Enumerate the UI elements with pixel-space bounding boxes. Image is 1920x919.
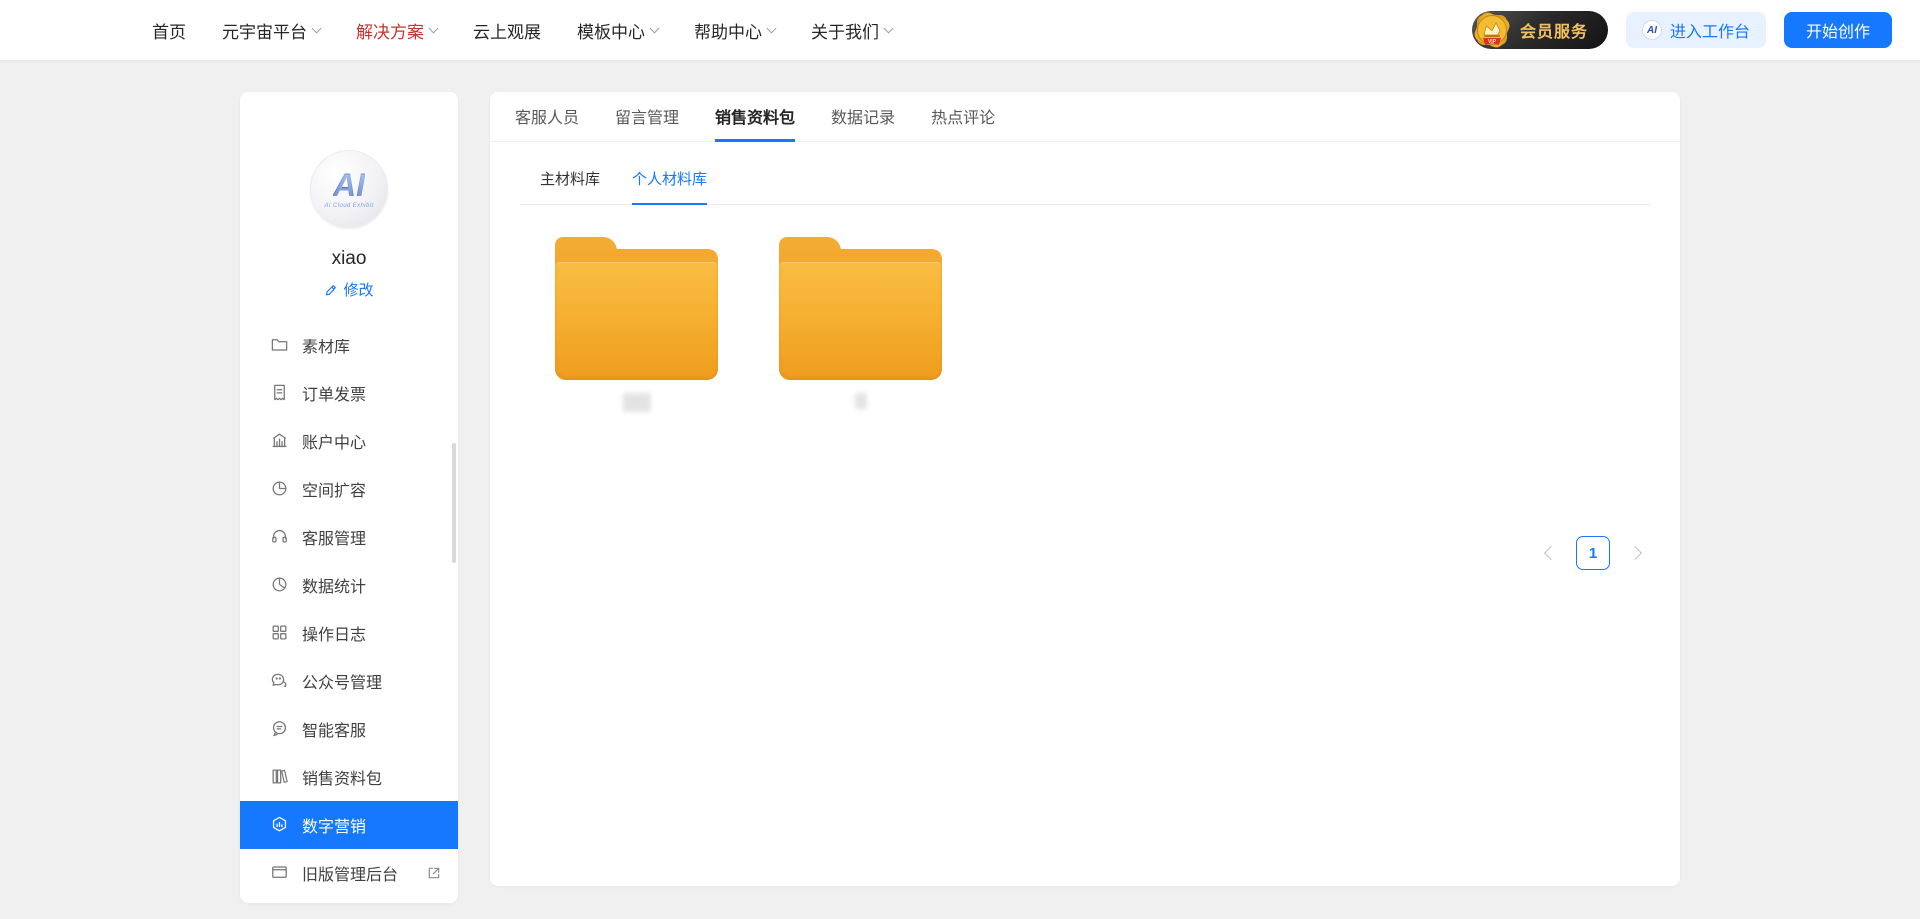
sidebar-menu: 素材库 订单发票 账户中心 空间扩容 客服管理 xyxy=(240,339,458,897)
sidebar-item-material-library[interactable]: 素材库 xyxy=(240,339,458,369)
sidebar-item-official-account-mgmt[interactable]: 公众号管理 xyxy=(240,657,458,705)
sidebar-item-customer-service-mgmt[interactable]: 客服管理 xyxy=(240,513,458,561)
top-navbar: 首页 元宇宙平台 解决方案 云上观展 模板中心 帮助中心 关于我们 xyxy=(0,0,1920,60)
sidebar-item-data-statistics[interactable]: 数据统计 xyxy=(240,561,458,609)
folder-label-redacted xyxy=(623,393,651,412)
nav-item-solutions[interactable]: 解决方案 xyxy=(356,18,437,43)
nav-item-help-center[interactable]: 帮助中心 xyxy=(694,18,775,43)
chevron-down-icon xyxy=(650,23,660,33)
tab-content: 主材料库 个人材料库 1 xyxy=(490,168,1680,886)
sidebar-item-operation-log[interactable]: 操作日志 xyxy=(240,609,458,657)
ai-logo-icon: AI xyxy=(1642,20,1662,40)
avatar: AI AI Cloud Exhibit xyxy=(310,150,388,228)
tab-hot-comments[interactable]: 热点评论 xyxy=(931,92,995,142)
nav-item-template-center[interactable]: 模板中心 xyxy=(577,18,658,43)
sidebar-scrollbar[interactable] xyxy=(452,443,456,563)
vip-membership-badge[interactable]: VIP 会员服务 xyxy=(1472,11,1608,49)
folder-item[interactable] xyxy=(555,237,718,412)
chat-icon xyxy=(270,719,289,738)
sidebar-item-sales-kit[interactable]: 销售资料包 xyxy=(240,753,458,801)
pie-chart-icon xyxy=(270,479,289,498)
sidebar-item-digital-marketing[interactable]: 数字营销 xyxy=(240,801,458,849)
nav-item-metaverse-platform[interactable]: 元宇宙平台 xyxy=(222,18,320,43)
vip-medal-icon: VIP xyxy=(1468,6,1516,54)
wechat-icon xyxy=(270,671,289,690)
main-nav: 首页 元宇宙平台 解决方案 云上观展 模板中心 帮助中心 关于我们 xyxy=(0,18,892,43)
pagination: 1 xyxy=(1546,536,1640,570)
sidebar-menu-viewport: 素材库 订单发票 账户中心 空间扩容 客服管理 xyxy=(240,339,458,904)
sidebar-item-order-invoice[interactable]: 订单发票 xyxy=(240,369,458,417)
chart-pie-icon xyxy=(270,575,289,594)
folder-grid xyxy=(555,237,1680,412)
external-link-icon xyxy=(426,865,442,881)
folder-icon xyxy=(555,237,718,380)
chevron-down-icon xyxy=(429,23,439,33)
monitor-icon xyxy=(270,863,289,882)
sidebar: AI AI Cloud Exhibit xiao 修改 素材库 订单发票 xyxy=(240,92,458,903)
tab-data-records[interactable]: 数据记录 xyxy=(831,92,895,142)
pagination-prev-icon[interactable] xyxy=(1544,546,1558,560)
username: xiao xyxy=(240,248,458,270)
nav-item-about-us[interactable]: 关于我们 xyxy=(811,18,892,43)
library-subtabs: 主材料库 个人材料库 xyxy=(520,168,1650,205)
chevron-down-icon xyxy=(767,23,777,33)
pagination-page-1[interactable]: 1 xyxy=(1576,536,1610,570)
tab-sales-kit[interactable]: 销售资料包 xyxy=(715,92,795,142)
pagination-next-icon[interactable] xyxy=(1628,546,1642,560)
chevron-down-icon xyxy=(312,23,322,33)
navbar-actions: VIP 会员服务 AI 进入工作台 开始创作 xyxy=(1472,11,1920,49)
headset-icon xyxy=(270,527,289,546)
chevron-down-icon xyxy=(884,23,894,33)
profile-block: AI AI Cloud Exhibit xiao 修改 xyxy=(240,150,458,302)
tab-customer-service-staff[interactable]: 客服人员 xyxy=(515,92,579,142)
start-create-button[interactable]: 开始创作 xyxy=(1784,12,1892,48)
books-icon xyxy=(270,767,289,786)
subtab-main-library[interactable]: 主材料库 xyxy=(540,168,600,205)
page: 首页 元宇宙平台 解决方案 云上观展 模板中心 帮助中心 关于我们 xyxy=(0,0,1920,919)
vip-badge-label: 会员服务 xyxy=(1520,18,1588,42)
hexagon-chart-icon xyxy=(270,815,289,834)
svg-text:VIP: VIP xyxy=(1488,39,1497,45)
folder-icon xyxy=(779,237,942,380)
grid-icon xyxy=(270,623,289,642)
nav-item-home[interactable]: 首页 xyxy=(152,18,186,43)
pencil-icon xyxy=(324,283,338,297)
enter-workspace-button[interactable]: AI 进入工作台 xyxy=(1626,12,1766,48)
avatar-subtext: AI Cloud Exhibit xyxy=(324,203,373,209)
folder-label-redacted xyxy=(855,393,867,409)
subtab-personal-library[interactable]: 个人材料库 xyxy=(632,168,707,205)
main-tabs: 客服人员 留言管理 销售资料包 数据记录 热点评论 xyxy=(490,92,1680,142)
sidebar-item-legacy-admin[interactable]: 旧版管理后台 xyxy=(240,849,458,897)
sidebar-item-account-center[interactable]: 账户中心 xyxy=(240,417,458,465)
avatar-ai-logo: AI xyxy=(333,169,365,201)
nav-item-cloud-exhibition[interactable]: 云上观展 xyxy=(473,18,541,43)
content-panel: 客服人员 留言管理 销售资料包 数据记录 热点评论 主材料库 个人材料库 xyxy=(490,92,1680,886)
tab-message-management[interactable]: 留言管理 xyxy=(615,92,679,142)
edit-profile-link[interactable]: 修改 xyxy=(324,279,373,300)
sidebar-item-space-expansion[interactable]: 空间扩容 xyxy=(240,465,458,513)
sidebar-item-smart-customer-service[interactable]: 智能客服 xyxy=(240,705,458,753)
bank-icon xyxy=(270,431,289,450)
folder-item[interactable] xyxy=(779,237,942,412)
invoice-icon xyxy=(270,383,289,402)
folder-icon xyxy=(270,339,289,355)
